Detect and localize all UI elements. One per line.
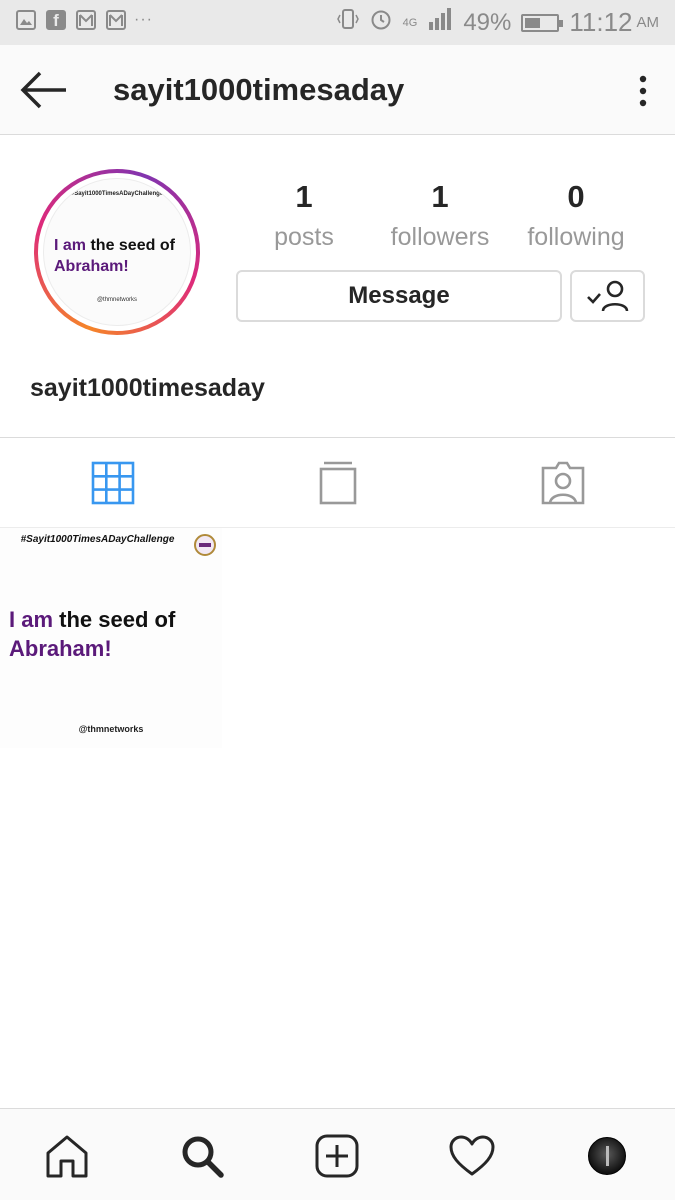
alarm-icon	[369, 7, 393, 38]
battery-icon	[521, 13, 564, 32]
network-type: 4G	[402, 16, 418, 29]
more-notifications-icon: ···	[134, 11, 153, 28]
status-bar: f ··· 4G 49% 11:12 AM	[0, 0, 675, 45]
signal-icon	[427, 8, 453, 37]
profile-avatar[interactable]: #Sayit1000TimesADayChallenge I am the se…	[34, 169, 200, 335]
post-text-i-am: I am	[9, 607, 54, 632]
avatar-text-abraham: Abraham!	[54, 258, 129, 275]
post-text-abraham: Abraham!	[9, 636, 112, 661]
post-handle: @thmnetworks	[78, 724, 144, 734]
post-text: I am the seed of Abraham!	[9, 605, 175, 663]
following-check-user-icon	[586, 280, 628, 312]
stat-following-value: 0	[567, 179, 585, 214]
stat-following[interactable]: 0 following	[511, 175, 641, 255]
tagged-user-icon	[541, 461, 584, 505]
post-logo-icon	[194, 534, 216, 556]
post-text-seed: the seed of	[53, 607, 176, 632]
stat-following-label: following	[527, 223, 625, 251]
post-thumbnail[interactable]: #Sayit1000TimesADayChallenge I am the se…	[0, 528, 222, 748]
stat-posts[interactable]: 1 posts	[239, 175, 369, 255]
status-system: 4G 49% 11:12 AM	[336, 7, 660, 38]
search-icon	[182, 1136, 224, 1178]
profile-name: sayit1000timesaday	[30, 374, 265, 402]
avatar-hashtag: #Sayit1000TimesADayChallenge	[70, 191, 164, 197]
stat-followers-label: followers	[390, 223, 490, 251]
message-button[interactable]: Message	[236, 270, 562, 322]
clock-time: 11:12	[569, 7, 633, 37]
stat-followers[interactable]: 1 followers	[375, 175, 505, 255]
image-icon	[16, 10, 36, 30]
avatar-border: #Sayit1000TimesADayChallenge I am the se…	[38, 173, 196, 331]
tab-tagged[interactable]	[450, 438, 675, 528]
stat-posts-value: 1	[295, 179, 313, 214]
clock-ampm: AM	[636, 14, 660, 31]
avatar-text-i-am: I am	[54, 237, 87, 254]
avatar-text: I am the seed of Abraham!	[54, 235, 175, 277]
new-post-icon	[315, 1134, 359, 1178]
facebook-icon: f	[46, 10, 66, 30]
page-title: sayit1000timesaday	[113, 72, 405, 107]
profile-top-bar: sayit1000timesaday	[0, 45, 675, 135]
back-arrow-icon[interactable]	[18, 67, 70, 113]
nav-new-post[interactable]	[312, 1131, 362, 1181]
tab-grid[interactable]	[0, 438, 225, 528]
nav-search[interactable]	[177, 1131, 227, 1181]
stat-followers-value: 1	[431, 179, 449, 214]
battery-level	[525, 17, 541, 28]
status-notifications: f ···	[16, 10, 153, 30]
nav-activity[interactable]	[447, 1131, 497, 1181]
following-button[interactable]	[570, 270, 645, 322]
gmail-icon	[106, 10, 126, 30]
tab-igtv[interactable]	[225, 438, 450, 528]
nav-home[interactable]	[42, 1131, 92, 1181]
avatar-text-seed: the seed of	[86, 237, 175, 254]
profile-avatar-icon	[588, 1137, 626, 1175]
vibrate-icon	[336, 7, 359, 38]
post-hashtag: #Sayit1000TimesADayChallenge	[20, 534, 175, 545]
activity-heart-icon	[449, 1135, 495, 1176]
battery-percent: 49%	[463, 8, 512, 36]
nav-profile[interactable]	[582, 1131, 632, 1181]
igtv-icon	[319, 461, 356, 505]
stat-posts-label: posts	[274, 223, 334, 251]
avatar-image: #Sayit1000TimesADayChallenge I am the se…	[43, 178, 191, 326]
more-vertical-icon[interactable]	[631, 73, 655, 109]
bottom-navigation	[0, 1108, 675, 1200]
avatar-handle: @thmnetworks	[96, 297, 138, 303]
home-icon	[46, 1135, 88, 1178]
profile-tabs	[0, 437, 675, 528]
gmail-icon	[76, 10, 96, 30]
grid-icon	[91, 461, 134, 505]
